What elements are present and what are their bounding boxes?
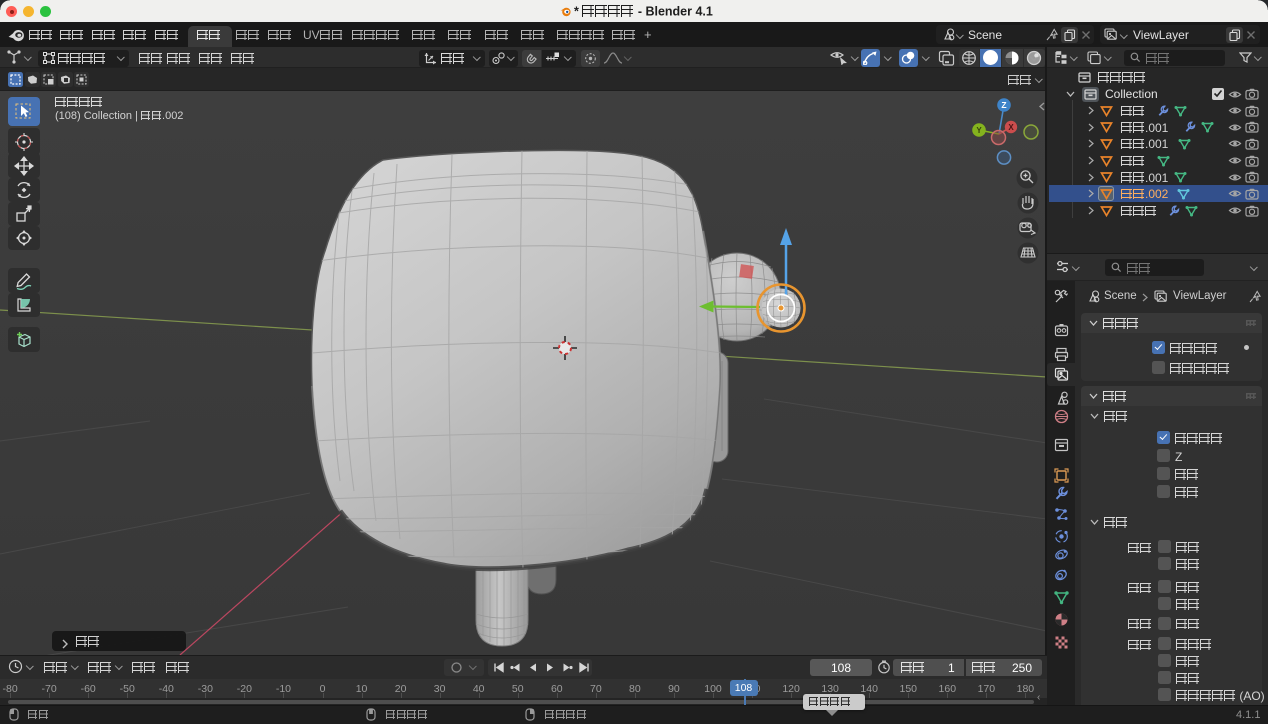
svg-text:Z: Z xyxy=(1001,100,1006,110)
svg-text:Y: Y xyxy=(976,126,982,135)
svg-text:X: X xyxy=(1008,123,1014,132)
